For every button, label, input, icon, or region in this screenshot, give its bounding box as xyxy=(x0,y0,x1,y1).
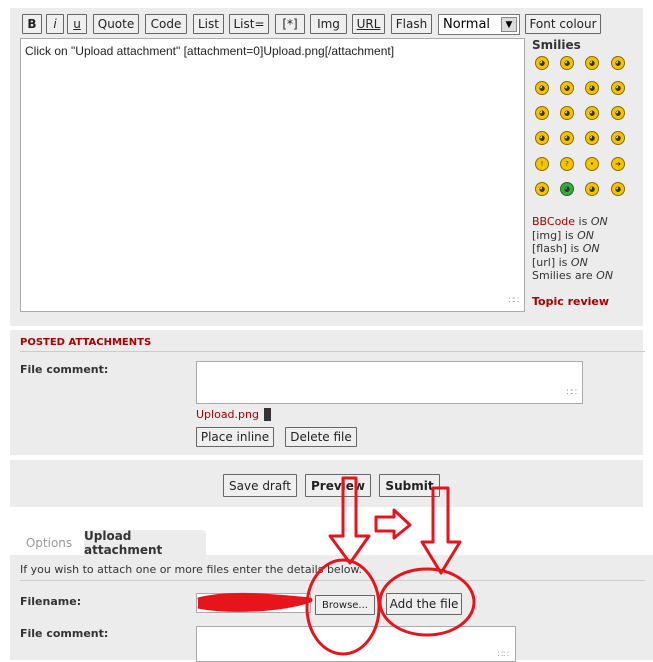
smiley-green-icon[interactable]: ◕ xyxy=(560,182,574,196)
smilies-heading: Smilies xyxy=(532,38,581,52)
img-status: [img] is ON xyxy=(532,229,594,242)
bbcode-value: ON xyxy=(590,215,608,228)
upload-comment-textarea[interactable]: ∷∷ xyxy=(196,626,516,662)
font-size-select[interactable]: Normal ▼ xyxy=(438,14,520,35)
smiley-mad-icon[interactable]: ◕ xyxy=(560,106,574,120)
browse-button[interactable]: Browse... xyxy=(315,595,375,615)
smiley-embarrassed-icon[interactable]: ◕ xyxy=(611,106,625,120)
divider xyxy=(20,351,645,352)
code-button[interactable]: Code xyxy=(145,14,187,34)
filename-label: Filename: xyxy=(20,595,82,608)
delete-file-button[interactable]: Delete file xyxy=(285,427,357,447)
font-size-value: Normal xyxy=(443,17,491,32)
upload-info-text: If you wish to attach one or more files … xyxy=(20,563,362,576)
list-item-button[interactable]: [*] xyxy=(275,14,305,34)
img-button[interactable]: Img xyxy=(310,14,347,34)
message-textarea[interactable]: Click on "Upload attachment" [attachment… xyxy=(20,38,525,312)
message-text: Click on "Upload attachment" [attachment… xyxy=(25,44,395,58)
smilies-status-label: Smilies are xyxy=(532,269,597,282)
smiley-crying-icon[interactable]: ◕ xyxy=(535,131,549,145)
preview-button[interactable]: Preview xyxy=(305,474,371,497)
save-draft-button[interactable]: Save draft xyxy=(223,474,297,497)
divider xyxy=(20,580,645,581)
submit-button[interactable]: Submit xyxy=(379,474,440,497)
smiley-cool-icon[interactable]: ◕ xyxy=(611,81,625,95)
topic-review-link[interactable]: Topic review xyxy=(532,295,609,308)
smiley-exclaim-icon[interactable]: ! xyxy=(535,157,549,171)
list-ordered-button[interactable]: List= xyxy=(229,14,269,34)
bbcode-status: BBCode is ON xyxy=(532,215,608,228)
smiley-question-icon[interactable]: ? xyxy=(560,157,574,171)
flash-button[interactable]: Flash xyxy=(391,14,432,34)
smiley-neutral-icon[interactable]: ◕ xyxy=(535,182,549,196)
smiley-razz-icon[interactable]: ◕ xyxy=(585,106,599,120)
tab-options[interactable]: Options xyxy=(18,530,80,556)
url-status-label: [url] is xyxy=(532,256,571,269)
smiley-idea-icon[interactable]: • xyxy=(585,157,599,171)
tab-upload-attachment[interactable]: Upload attachment xyxy=(84,529,206,557)
italic-button[interactable]: i xyxy=(46,14,64,34)
smiley-arrow-icon[interactable]: ➜ xyxy=(611,157,625,171)
list-button[interactable]: List xyxy=(193,14,224,34)
filename-input[interactable] xyxy=(196,593,311,613)
url-status-value: ON xyxy=(570,256,588,269)
smiley-smile-icon[interactable]: ◕ xyxy=(560,56,574,70)
add-file-button[interactable]: Add the file xyxy=(386,593,462,615)
smiley-surprised-icon[interactable]: ◕ xyxy=(535,81,549,95)
smiley-rolleyes-icon[interactable]: ◕ xyxy=(611,131,625,145)
chevron-down-icon[interactable]: ▼ xyxy=(501,17,517,32)
flash-status-label: [flash] is xyxy=(532,242,583,255)
smiley-ugeek-icon[interactable]: ◕ xyxy=(611,182,625,196)
bbcode-is: is xyxy=(575,215,591,228)
flash-status: [flash] is ON xyxy=(532,242,600,255)
smilies-status: Smilies are ON xyxy=(532,269,613,282)
text-cursor xyxy=(264,408,271,421)
smiley-laughing-icon[interactable]: ◕ xyxy=(535,106,549,120)
quote-button[interactable]: Quote xyxy=(93,14,139,34)
smiley-confused-icon[interactable]: ◕ xyxy=(585,81,599,95)
resize-grip-icon[interactable]: ∷∷ xyxy=(498,650,509,660)
img-status-label: [img] is xyxy=(532,229,578,242)
smiley-shocked-icon[interactable]: ◕ xyxy=(560,81,574,95)
resize-grip-icon[interactable]: ∷∷ xyxy=(567,388,578,398)
font-colour-button[interactable]: Font colour xyxy=(525,14,601,34)
flash-status-value: ON xyxy=(582,242,600,255)
smiley-happy-icon[interactable]: ◕ xyxy=(611,56,625,70)
underline-button[interactable]: u xyxy=(67,14,87,34)
upload-file-comment-label: File comment: xyxy=(20,627,109,640)
file-comment-label: File comment: xyxy=(20,363,109,376)
resize-grip-icon[interactable]: ∷∷ xyxy=(509,295,520,306)
smilies-status-value: ON xyxy=(596,269,614,282)
bold-button[interactable]: B xyxy=(22,14,42,34)
attachment-comment-textarea[interactable]: ∷∷ xyxy=(196,361,583,404)
smiley-wink-icon[interactable]: ◕ xyxy=(585,56,599,70)
bbcode-link[interactable]: BBCode xyxy=(532,215,575,228)
smiley-grin-icon[interactable]: ◕ xyxy=(535,56,549,70)
img-status-value: ON xyxy=(577,229,595,242)
smiley-twisted-icon[interactable]: ◕ xyxy=(585,131,599,145)
attachment-file-link[interactable]: Upload.png xyxy=(196,408,259,421)
url-button[interactable]: URL xyxy=(352,14,385,34)
place-inline-button[interactable]: Place inline xyxy=(196,427,274,447)
smiley-geek-icon[interactable]: ◕ xyxy=(585,182,599,196)
right-arrow-icon xyxy=(374,508,412,540)
posted-attachments-title: POSTED ATTACHMENTS xyxy=(20,337,152,348)
smiley-evil-icon[interactable]: ◕ xyxy=(560,131,574,145)
url-status: [url] is ON xyxy=(532,256,588,269)
